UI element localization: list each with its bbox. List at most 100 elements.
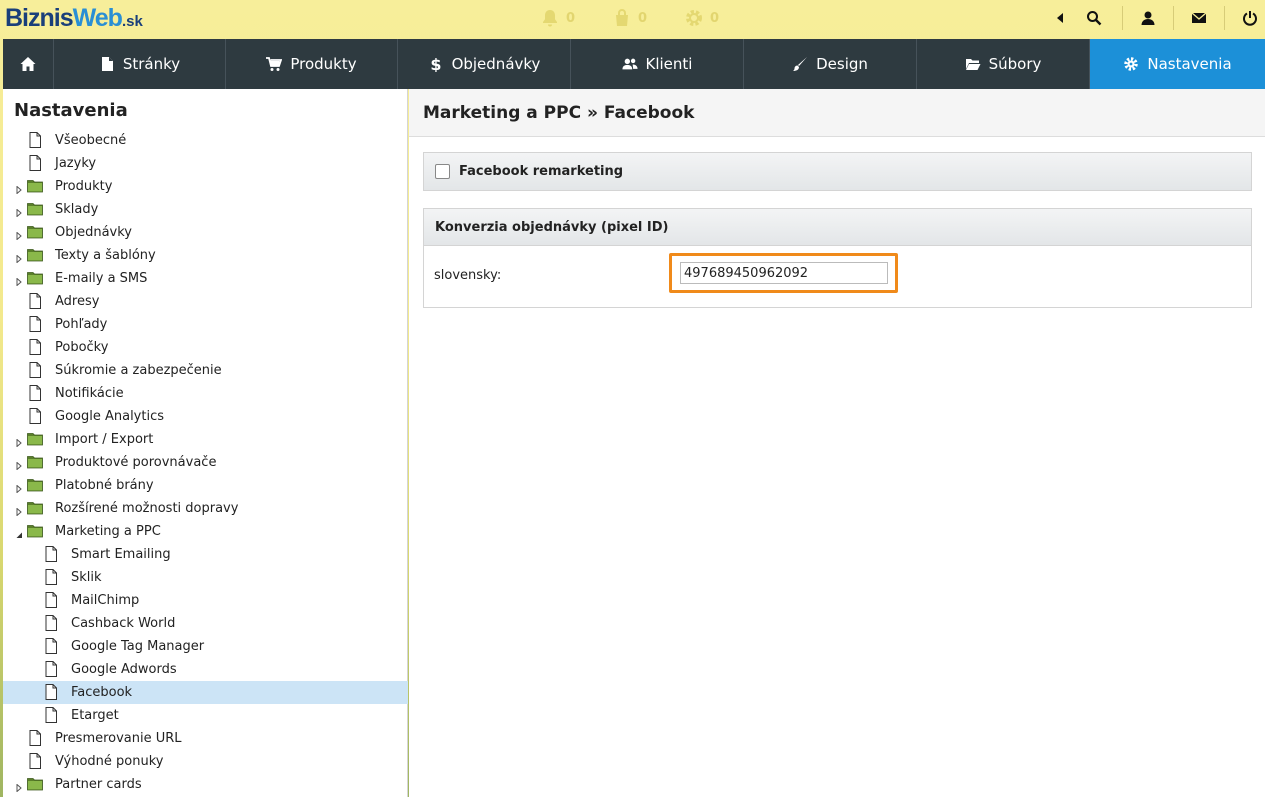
conversion-body: slovensky: xyxy=(424,246,1251,307)
sidebar-item-facebook[interactable]: Facebook xyxy=(3,681,408,704)
collapsed-arrow-icon[interactable] xyxy=(15,183,23,195)
remarketing-label[interactable]: Facebook remarketing xyxy=(459,164,623,179)
tasks-count: 0 xyxy=(710,10,720,26)
search-button[interactable] xyxy=(1076,0,1112,36)
arrow-left-icon xyxy=(1057,13,1063,23)
sidebar-item-label: Adresy xyxy=(55,294,100,309)
back-button[interactable] xyxy=(1046,0,1076,36)
sidebar-item-label: Google Adwords xyxy=(71,662,177,677)
notification-counters: 0 0 0 xyxy=(540,7,756,29)
sidebar-item-marketing-a-ppc[interactable]: Marketing a PPC xyxy=(3,520,408,543)
nav-klienti[interactable]: Klienti xyxy=(571,39,744,89)
sidebar-item-label: Marketing a PPC xyxy=(55,524,161,539)
sidebar-item-etarget[interactable]: Etarget xyxy=(3,704,408,727)
sidebar-item-produkty[interactable]: Produkty xyxy=(3,175,408,198)
sidebar-item-poh-ady[interactable]: Pohľady xyxy=(3,313,408,336)
sidebar-item-presmerovanie-url[interactable]: Presmerovanie URL xyxy=(3,727,408,750)
main-content: Marketing a PPC » Facebook Facebook rema… xyxy=(409,89,1265,797)
sidebar-item-produktov-porovn-va-e[interactable]: Produktové porovnávače xyxy=(3,451,408,474)
nav-subory[interactable]: Súbory xyxy=(917,39,1090,89)
collapsed-arrow-icon[interactable] xyxy=(15,436,23,448)
sidebar-item-mailchimp[interactable]: MailChimp xyxy=(3,589,408,612)
page-icon xyxy=(43,546,59,562)
sidebar-item-notifik-cie[interactable]: Notifikácie xyxy=(3,382,408,405)
sidebar-item-google-adwords[interactable]: Google Adwords xyxy=(3,658,408,681)
nav-design[interactable]: Design xyxy=(744,39,917,89)
collapsed-arrow-icon[interactable] xyxy=(15,482,23,494)
nav-home[interactable] xyxy=(3,39,54,89)
top-icons xyxy=(1046,0,1265,36)
orders-count: 0 xyxy=(638,10,648,26)
collapsed-arrow-icon[interactable] xyxy=(15,505,23,517)
bag-icon xyxy=(616,9,628,26)
remarketing-header: Facebook remarketing xyxy=(424,153,1251,190)
sidebar-item-import-export[interactable]: Import / Export xyxy=(3,428,408,451)
nav-objednavky[interactable]: $ Objednávky xyxy=(398,39,571,89)
sidebar-item-label: Smart Emailing xyxy=(71,547,171,562)
collapsed-arrow-icon[interactable] xyxy=(15,459,23,471)
sidebar-item-label: MailChimp xyxy=(71,593,140,608)
sidebar-item-s-kromie-a-zabezpe-enie[interactable]: Súkromie a zabezpečenie xyxy=(3,359,408,382)
sidebar-item-google-analytics[interactable]: Google Analytics xyxy=(3,405,408,428)
remarketing-checkbox[interactable] xyxy=(435,164,450,179)
mail-button[interactable] xyxy=(1184,0,1214,36)
sidebar-item-jazyky[interactable]: Jazyky xyxy=(3,152,408,175)
sidebar-item-pobo-ky[interactable]: Pobočky xyxy=(3,336,408,359)
notifications-counter[interactable]: 0 xyxy=(540,7,612,29)
folder-icon xyxy=(27,500,43,516)
tasks-counter[interactable]: 0 xyxy=(684,7,756,29)
sidebar-item-smart-emailing[interactable]: Smart Emailing xyxy=(3,543,408,566)
conversion-header: Konverzia objednávky (pixel ID) xyxy=(424,209,1251,246)
collapsed-arrow-icon[interactable] xyxy=(15,252,23,264)
sidebar-item-label: Súkromie a zabezpečenie xyxy=(55,363,222,378)
sidebar-item-label: Produktové porovnávače xyxy=(55,455,217,470)
nav-klienti-label: Klienti xyxy=(645,55,693,73)
sidebar-item-sklady[interactable]: Sklady xyxy=(3,198,408,221)
nav-produkty[interactable]: Produkty xyxy=(226,39,398,89)
expanded-arrow-icon[interactable] xyxy=(15,528,23,538)
sidebar-item-v-hodn-ponuky[interactable]: Výhodné ponuky xyxy=(3,750,408,773)
folder-icon xyxy=(27,178,43,194)
sidebar-item-sklik[interactable]: Sklik xyxy=(3,566,408,589)
nav-stranky-label: Stránky xyxy=(122,55,181,73)
dollar-icon: $ xyxy=(430,56,441,72)
sidebar-item-platobn-br-ny[interactable]: Platobné brány xyxy=(3,474,408,497)
notifications-count: 0 xyxy=(566,10,576,26)
nav-stranky[interactable]: Stránky xyxy=(54,39,226,89)
sidebar-item-label: Presmerovanie URL xyxy=(55,731,182,746)
sidebar-item-cashback-world[interactable]: Cashback World xyxy=(3,612,408,635)
sidebar-item-e-maily-a-sms[interactable]: E-maily a SMS xyxy=(3,267,408,290)
svg-text:$: $ xyxy=(430,56,441,72)
sidebar-item-adresy[interactable]: Adresy xyxy=(3,290,408,313)
sidebar-item-label: Texty a šablóny xyxy=(55,248,156,263)
page-icon xyxy=(27,385,43,401)
logout-button[interactable] xyxy=(1235,0,1265,36)
sidebar-item-roz-ren-mo-nosti-dopravy[interactable]: Rozšírené možnosti dopravy xyxy=(3,497,408,520)
nav-nastavenia-label: Nastavenia xyxy=(1147,55,1232,73)
sidebar-item-label: Pohľady xyxy=(55,317,108,332)
collapsed-arrow-icon[interactable] xyxy=(15,206,23,218)
sidebar-item-label: Partner cards xyxy=(55,777,142,792)
brush-icon xyxy=(793,57,808,71)
logo[interactable]: BiznisWeb.sk xyxy=(5,4,143,32)
collapsed-arrow-icon[interactable] xyxy=(15,275,23,287)
sidebar-item-objedn-vky[interactable]: Objednávky xyxy=(3,221,408,244)
nav-objednavky-label: Objednávky xyxy=(451,55,541,73)
user-button[interactable] xyxy=(1133,0,1163,36)
nav-nastavenia[interactable]: Nastavenia xyxy=(1090,39,1265,89)
home-icon xyxy=(20,57,36,71)
orders-counter[interactable]: 0 xyxy=(612,7,684,29)
folder-icon xyxy=(27,201,43,217)
collapsed-arrow-icon[interactable] xyxy=(15,781,23,793)
collapsed-arrow-icon[interactable] xyxy=(15,229,23,241)
sidebar-item-label: Google Analytics xyxy=(55,409,165,424)
sidebar-item-partner-cards[interactable]: Partner cards xyxy=(3,773,408,796)
page-icon xyxy=(27,362,43,378)
folder-icon xyxy=(27,477,43,493)
page-icon xyxy=(27,316,43,332)
folder-open-icon xyxy=(965,59,981,70)
sidebar-item-google-tag-manager[interactable]: Google Tag Manager xyxy=(3,635,408,658)
sidebar-item-texty-a-abl-ny[interactable]: Texty a šablóny xyxy=(3,244,408,267)
pixel-id-input[interactable] xyxy=(680,262,888,284)
sidebar-item-v-eobecn[interactable]: Všeobecné xyxy=(3,129,408,152)
